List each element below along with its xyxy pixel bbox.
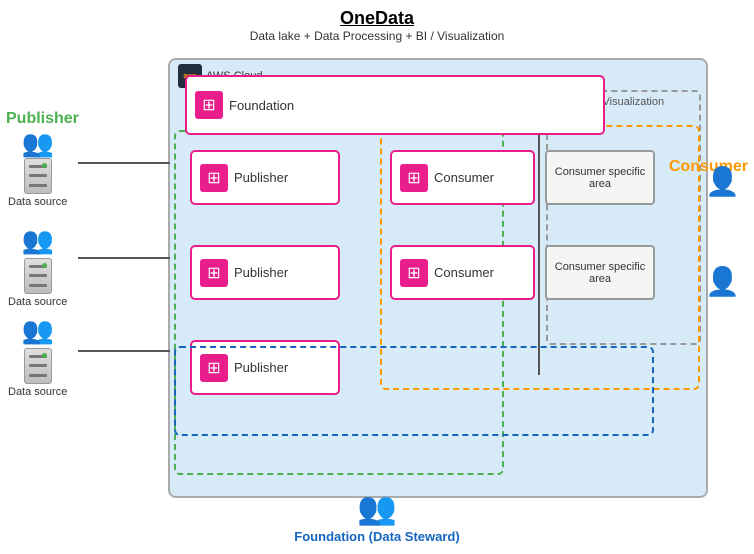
steward-people-icon: 👥	[357, 489, 397, 527]
datasource-group-2: 👥 Data source	[8, 225, 67, 308]
people-icon-2: 👥	[21, 225, 53, 256]
connector-ds1-pub1	[78, 162, 170, 164]
datasource-group-3: 👥 Data source	[8, 315, 67, 398]
aws-cloud-container: aws AWS Cloud Publisher Publisher Publis…	[168, 58, 708, 498]
datasource-label-2: Data source	[8, 296, 67, 308]
vertical-separator	[538, 95, 540, 375]
foundation-inner-box: Foundation	[185, 75, 605, 135]
datasource-group-1: 👥 Data source	[8, 130, 67, 208]
publisher-box-1: Publisher	[190, 150, 340, 205]
page-subtitle: Data lake + Data Processing + BI / Visua…	[0, 29, 754, 43]
datasource-label-3: Data source	[8, 386, 67, 398]
consumer-specific-2: Consumer specific area	[545, 245, 655, 300]
grid-icon-con2	[400, 259, 428, 287]
grid-icon-con1	[400, 164, 428, 192]
people-icon-3: 👥	[21, 315, 53, 346]
grid-icon-pub1	[200, 164, 228, 192]
consumer-box-2: Consumer	[390, 245, 535, 300]
consumer-specific-1: Consumer specific area	[545, 150, 655, 205]
publisher-label: Publisher	[6, 110, 79, 128]
connector-ds3-pub3	[78, 350, 170, 352]
server-icon-3	[24, 348, 52, 384]
consumer-box-1: Consumer	[390, 150, 535, 205]
page-title: OneData	[0, 8, 754, 29]
consumer-people-2: 👤	[705, 265, 740, 298]
page-header: OneData Data lake + Data Processing + BI…	[0, 0, 754, 43]
people-icon-1: 👥	[21, 130, 53, 156]
server-icon-1	[24, 158, 52, 194]
grid-icon-foundation	[195, 91, 223, 119]
consumer-people-1: 👤	[705, 165, 740, 198]
foundation-steward-label: Foundation (Data Steward)	[294, 529, 459, 544]
datasource-label-1: Data source	[8, 196, 67, 208]
grid-icon-pub2	[200, 259, 228, 287]
foundation-outer-box	[174, 346, 654, 436]
foundation-steward: 👥 Foundation (Data Steward)	[294, 489, 459, 544]
publisher-box-2: Publisher	[190, 245, 340, 300]
connector-ds2-pub2	[78, 257, 170, 259]
server-icon-2	[24, 258, 52, 294]
